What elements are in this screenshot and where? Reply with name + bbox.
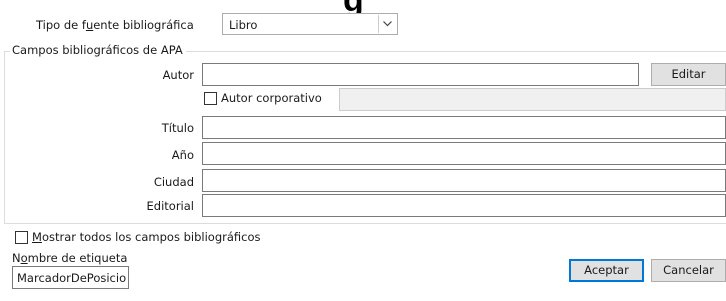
show-all-fields-checkbox[interactable] [15, 231, 28, 244]
group-border-bottom [4, 223, 726, 224]
accept-button[interactable]: Aceptar [569, 259, 644, 282]
source-type-selected: Libro [229, 18, 258, 32]
tag-name-input[interactable]: MarcadorDePosicio [12, 266, 129, 289]
source-type-dropdown[interactable]: Libro [222, 13, 398, 35]
chevron-down-icon[interactable] [378, 15, 396, 33]
author-label: Autor [162, 68, 194, 82]
group-legend: Campos bibliográficos de APA [10, 43, 186, 57]
edit-button[interactable]: Editar [651, 63, 726, 86]
publisher-label: Editorial [146, 199, 194, 213]
tag-name-label: Nombre de etiqueta [12, 251, 128, 265]
show-all-fields-label: Mostrar todos los campos bibliográficos [32, 230, 261, 244]
tag-name-value: MarcadorDePosicio [17, 271, 127, 285]
author-field[interactable] [202, 63, 639, 86]
title-field[interactable] [202, 116, 726, 139]
corporate-author-field [339, 88, 726, 111]
city-field[interactable] [202, 169, 726, 192]
group-border-left [4, 51, 5, 223]
corporate-author-checkbox[interactable] [204, 92, 217, 105]
year-label: Año [171, 148, 194, 162]
title-label: Título [161, 121, 194, 135]
source-type-label: Tipo de fuente bibliográfica [36, 18, 194, 32]
cancel-button[interactable]: Cancelar [651, 259, 726, 282]
year-field[interactable] [202, 142, 726, 165]
publisher-field[interactable] [202, 194, 726, 217]
city-label: Ciudad [153, 175, 194, 189]
corporate-author-label: Autor corporativo [221, 91, 322, 105]
